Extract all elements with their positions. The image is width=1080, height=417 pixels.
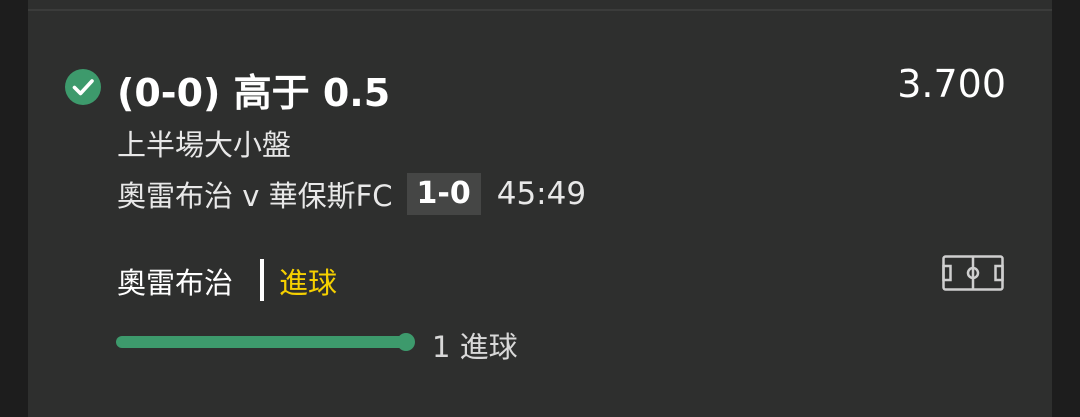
last-event-team: 奧雷布治 [117,266,234,300]
bet-selection-title: (0-0) 高于 0.5 [117,71,391,115]
event-name[interactable]: 奧雷布治 v 華保斯FC [117,173,393,215]
market-name: 上半場大小盤 [117,128,292,162]
bet-odds: 3.700 [897,62,1006,106]
match-clock: 45:49 [496,176,587,212]
last-event-type: 進球 [279,266,338,300]
progress-knob [397,333,415,351]
goal-progress-bar [116,333,415,351]
progress-fill [116,336,406,348]
divider [28,9,1052,11]
bet-card[interactable]: (0-0) 高于 0.5 3.700 上半場大小盤 奧雷布治 v 華保斯FC 1… [28,0,1052,417]
event-row[interactable]: 奧雷布治 v 華保斯FC 1-0 45:49 [117,171,586,217]
score-badge: 1-0 [406,173,481,215]
football-pitch-icon[interactable] [942,255,1004,291]
separator [260,259,264,301]
progress-label: 1 進球 [432,330,518,364]
check-circle-icon [65,69,101,105]
